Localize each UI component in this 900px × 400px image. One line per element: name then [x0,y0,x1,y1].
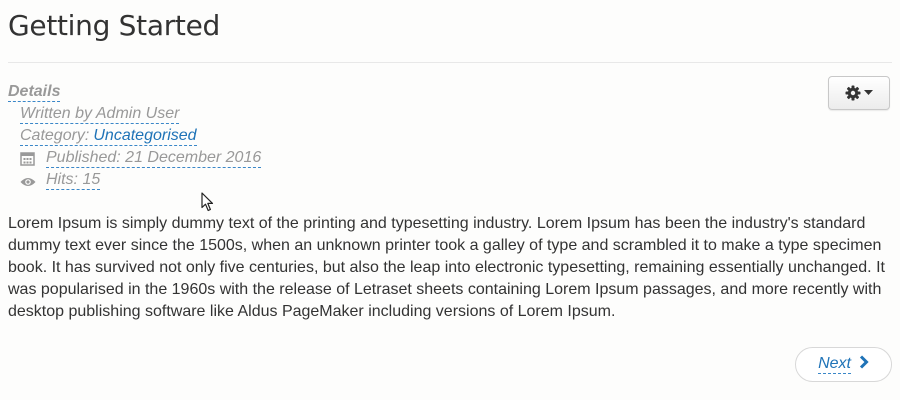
title-divider [8,62,892,63]
details-label: Details [8,83,61,102]
next-label: Next [818,354,851,374]
category-info: Category: Uncategorised [20,128,197,146]
published-date: Published: 21 December 2016 [46,149,262,168]
category-prefix: Category: [20,127,90,144]
gear-icon [845,85,861,101]
category-link[interactable]: Uncategorised [93,127,196,144]
article-body: Lorem Ipsum is simply dummy text of the … [8,215,885,320]
eye-icon [20,173,36,189]
author-text: Written by Admin User [20,105,180,124]
caret-down-icon [864,90,873,96]
article-tools-button[interactable] [828,76,890,110]
page-title: Getting Started [8,9,220,42]
next-button[interactable]: Next [795,347,892,382]
article-info: Details Written by Admin User Category: U… [8,82,262,192]
chevron-right-icon [859,355,869,374]
calendar-icon [20,151,36,167]
hits-count: Hits: 15 [46,171,101,190]
